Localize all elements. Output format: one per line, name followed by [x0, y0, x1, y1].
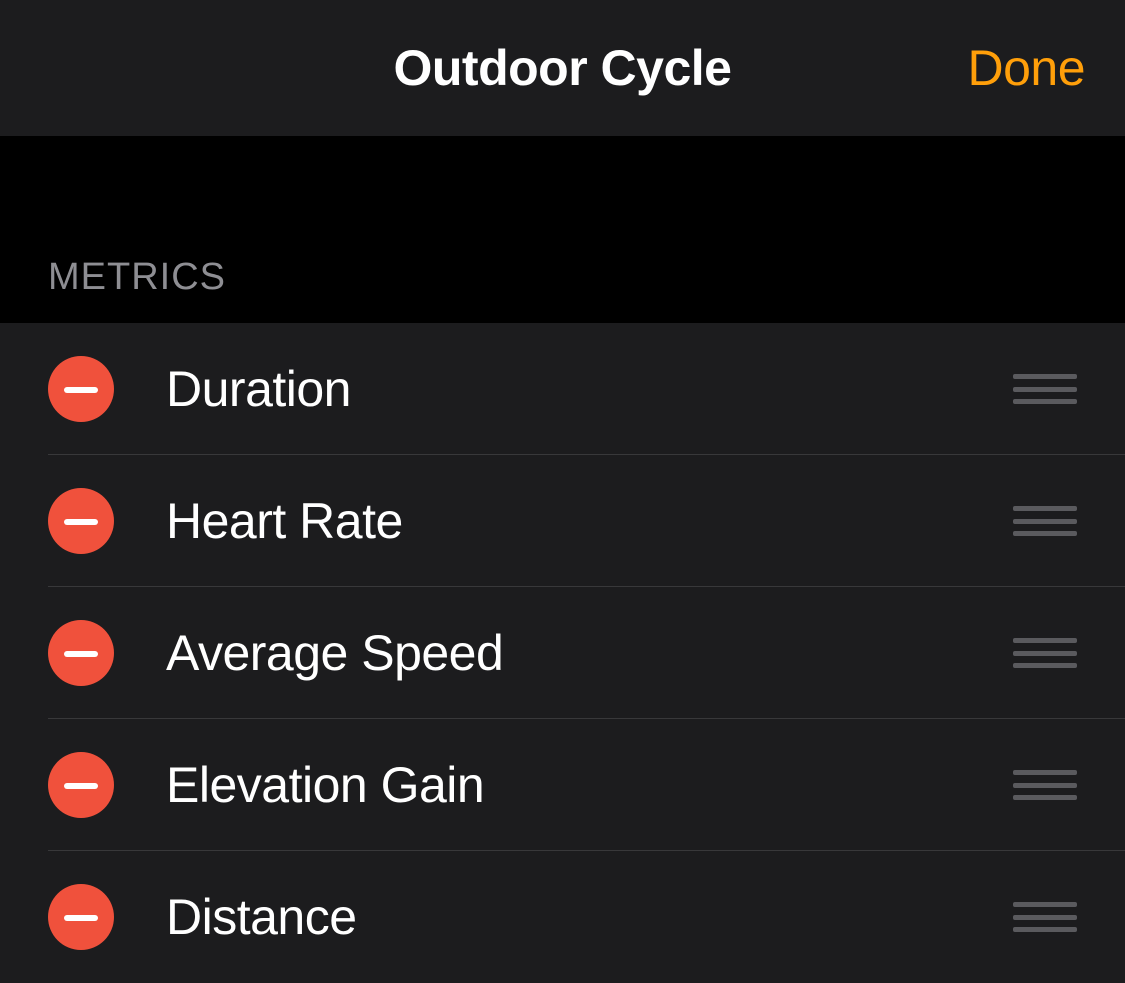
remove-button[interactable] [48, 752, 114, 818]
minus-icon [64, 776, 98, 794]
page-title: Outdoor Cycle [394, 39, 732, 97]
metric-label: Heart Rate [166, 492, 1013, 550]
metrics-list: Duration Heart Rate Average Speed [0, 323, 1125, 983]
drag-handle-icon[interactable] [1013, 506, 1077, 536]
section-header-metrics: METRICS [0, 136, 1125, 323]
remove-button[interactable] [48, 356, 114, 422]
minus-icon [64, 644, 98, 662]
drag-handle-icon[interactable] [1013, 902, 1077, 932]
done-button[interactable]: Done [967, 39, 1085, 97]
metric-row: Duration [0, 323, 1125, 455]
drag-handle-icon[interactable] [1013, 374, 1077, 404]
minus-icon [64, 380, 98, 398]
metric-row: Average Speed [0, 587, 1125, 719]
metric-row: Distance [0, 851, 1125, 983]
drag-handle-icon[interactable] [1013, 770, 1077, 800]
remove-button[interactable] [48, 488, 114, 554]
metric-label: Average Speed [166, 624, 1013, 682]
remove-button[interactable] [48, 884, 114, 950]
metric-row: Elevation Gain [0, 719, 1125, 851]
drag-handle-icon[interactable] [1013, 638, 1077, 668]
header-bar: Outdoor Cycle Done [0, 0, 1125, 136]
metric-label: Duration [166, 360, 1013, 418]
minus-icon [64, 908, 98, 926]
metric-row: Heart Rate [0, 455, 1125, 587]
content-area: METRICS Duration Heart Rate [0, 136, 1125, 983]
minus-icon [64, 512, 98, 530]
metric-label: Distance [166, 888, 1013, 946]
metric-label: Elevation Gain [166, 756, 1013, 814]
remove-button[interactable] [48, 620, 114, 686]
